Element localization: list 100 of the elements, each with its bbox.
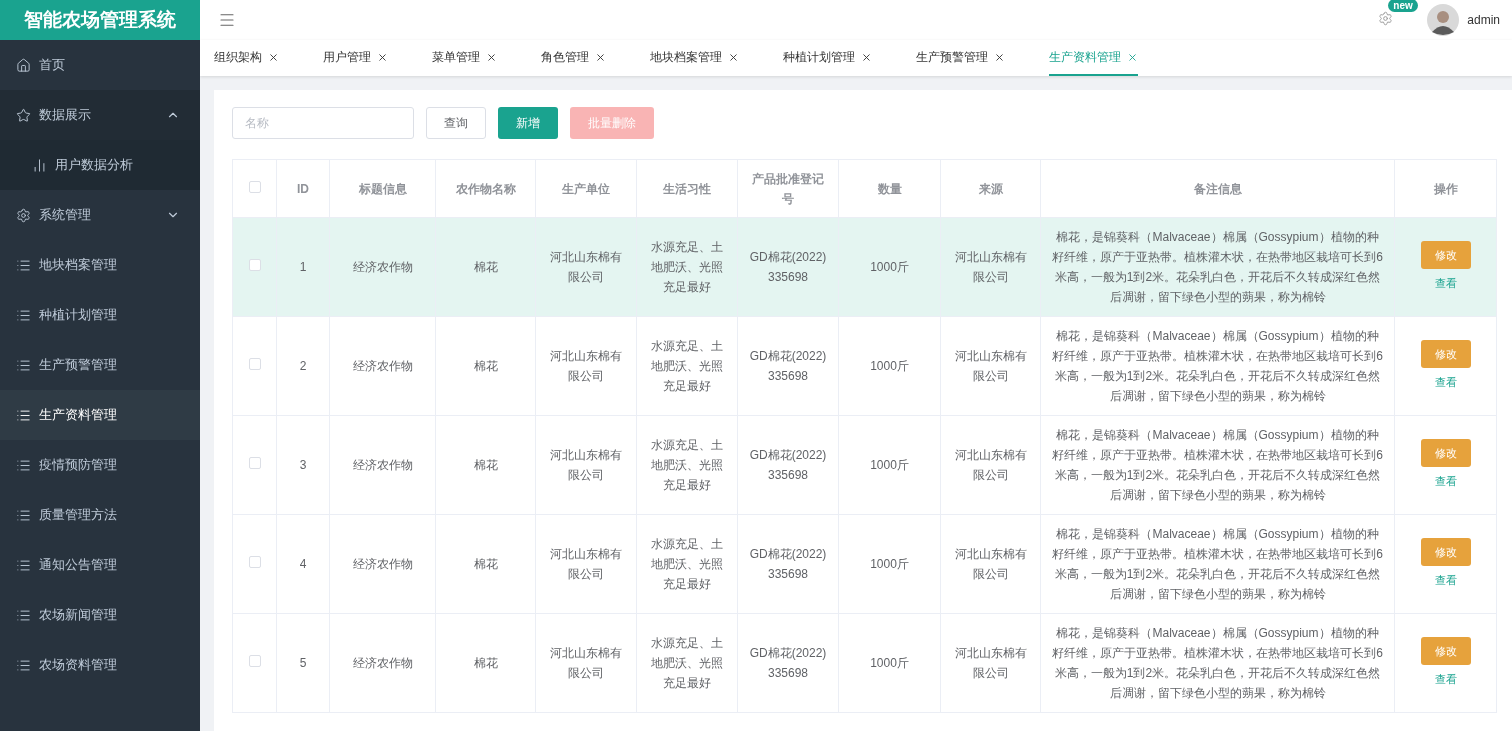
sidebar-item[interactable]: 疫情预防管理 bbox=[0, 440, 200, 490]
checkbox[interactable] bbox=[248, 457, 261, 469]
list-icon bbox=[16, 607, 31, 623]
tab[interactable]: 地块档案管理 bbox=[650, 40, 739, 76]
list-icon bbox=[16, 507, 31, 523]
table-cell: 水源充足、土地肥沃、光照充足最好 bbox=[636, 613, 738, 713]
toolbar-button[interactable]: 查询 bbox=[426, 107, 486, 139]
list-icon bbox=[16, 657, 31, 673]
column-header: 数量 bbox=[838, 159, 941, 218]
table-cell: 5 bbox=[276, 613, 330, 713]
close-icon[interactable] bbox=[268, 51, 279, 63]
table-cell: 河北山东棉有限公司 bbox=[535, 514, 637, 614]
table-cell: 河北山东棉有限公司 bbox=[940, 415, 1041, 515]
table-cell: 棉花，是锦葵科（Malvaceae）棉属（Gossypium）植物的种籽纤维，原产于亚热带。植株灌木状，在热带地区栽培可长到6米高，一般为1到2米。花朵乳白色，开花后不久转成深红色然后凋谢，留下绿色小型的蒴果，称为棉铃 bbox=[1040, 316, 1395, 416]
table-cell: 经济农作物 bbox=[329, 217, 436, 317]
table-cell: 棉花 bbox=[435, 514, 536, 614]
menu-icon[interactable] bbox=[218, 11, 236, 29]
table-cell: 水源充足、土地肥沃、光照充足最好 bbox=[636, 415, 738, 515]
table-cell: GD棉花(2022) 335698 bbox=[737, 514, 839, 614]
sidebar-item[interactable]: 农场资料管理 bbox=[0, 640, 200, 690]
list-icon bbox=[16, 457, 31, 473]
table-cell: 水源充足、土地肥沃、光照充足最好 bbox=[636, 217, 738, 317]
table-cell: 3 bbox=[276, 415, 330, 515]
column-header: 生活习性 bbox=[636, 159, 738, 218]
list-icon bbox=[16, 357, 31, 373]
table-cell: GD棉花(2022) 335698 bbox=[737, 613, 839, 713]
tab[interactable]: 生产预警管理 bbox=[916, 40, 1005, 76]
sidebar-item[interactable]: 系统管理 bbox=[0, 190, 200, 240]
home-icon bbox=[16, 57, 31, 73]
table-cell: GD棉花(2022) 335698 bbox=[737, 217, 839, 317]
avatar-icon[interactable] bbox=[1427, 4, 1460, 36]
table-cell: 1000斤 bbox=[838, 415, 941, 515]
sidebar-item[interactable]: 地块档案管理 bbox=[0, 240, 200, 290]
table-cell: 2 bbox=[276, 316, 330, 416]
list-icon bbox=[16, 307, 31, 323]
table-cell: 河北山东棉有限公司 bbox=[535, 415, 637, 515]
bar-chart-icon bbox=[32, 157, 47, 173]
table-cell: 河北山东棉有限公司 bbox=[940, 514, 1041, 614]
checkbox[interactable] bbox=[248, 655, 261, 667]
close-icon[interactable] bbox=[861, 51, 872, 63]
table-cell: 河北山东棉有限公司 bbox=[940, 217, 1041, 317]
checkbox[interactable] bbox=[248, 259, 261, 271]
column-header: 来源 bbox=[940, 159, 1041, 218]
new-badge: new bbox=[1388, 0, 1418, 12]
star-icon bbox=[16, 107, 31, 123]
sidebar-item[interactable]: 通知公告管理 bbox=[0, 540, 200, 590]
sidebar-item[interactable]: 质量管理方法 bbox=[0, 490, 200, 540]
sidebar-item[interactable]: 首页 bbox=[0, 40, 200, 90]
tab[interactable]: 角色管理 bbox=[541, 40, 606, 76]
table-cell: GD棉花(2022) 335698 bbox=[737, 415, 839, 515]
table-cell: 棉花 bbox=[435, 613, 536, 713]
tab[interactable]: 种植计划管理 bbox=[783, 40, 872, 76]
list-icon bbox=[16, 257, 31, 273]
table-cell: 1 bbox=[276, 217, 330, 317]
checkbox[interactable] bbox=[248, 556, 261, 568]
table-cell: 1000斤 bbox=[838, 613, 941, 713]
sidebar-item[interactable]: 生产资料管理 bbox=[0, 390, 200, 440]
list-icon bbox=[16, 407, 31, 423]
app-title: 智能农场管理系统 bbox=[0, 0, 200, 40]
table-cell: 河北山东棉有限公司 bbox=[940, 316, 1041, 416]
table-cell: 1000斤 bbox=[838, 514, 941, 614]
user-name[interactable]: admin bbox=[1467, 13, 1500, 27]
search-field[interactable]: 名称 bbox=[232, 107, 414, 139]
table-cell: 棉花，是锦葵科（Malvaceae）棉属（Gossypium）植物的种籽纤维，原产于亚热带。植株灌木状，在热带地区栽培可长到6米高，一般为1到2米。花朵乳白色，开花后不久转成深红色然后凋谢，留下绿色小型的蒴果，称为棉铃 bbox=[1040, 514, 1395, 614]
gear-icon bbox=[16, 207, 31, 223]
close-icon[interactable] bbox=[377, 51, 388, 63]
column-header: 生产单位 bbox=[535, 159, 637, 218]
sidebar-item[interactable]: 种植计划管理 bbox=[0, 290, 200, 340]
table-cell: 棉花，是锦葵科（Malvaceae）棉属（Gossypium）植物的种籽纤维，原产于亚热带。植株灌木状，在热带地区栽培可长到6米高，一般为1到2米。花朵乳白色，开花后不久转成深红色然后凋谢，留下绿色小型的蒴果，称为棉铃 bbox=[1040, 613, 1395, 713]
tab[interactable]: 菜单管理 bbox=[432, 40, 497, 76]
tab[interactable]: 用户管理 bbox=[323, 40, 388, 76]
table-cell: 棉花 bbox=[435, 217, 536, 317]
sidebar-item[interactable]: 农场新闻管理 bbox=[0, 590, 200, 640]
table-cell: 水源充足、土地肥沃、光照充足最好 bbox=[636, 316, 738, 416]
table-cell: 河北山东棉有限公司 bbox=[535, 217, 637, 317]
table-cell: 经济农作物 bbox=[329, 514, 436, 614]
column-header: 产品批准登记号 bbox=[737, 159, 839, 218]
sidebar-item[interactable]: 用户数据分析 bbox=[0, 140, 200, 190]
table-cell: 水源充足、土地肥沃、光照充足最好 bbox=[636, 514, 738, 614]
column-header: 操作 bbox=[1394, 159, 1497, 218]
settings-icon[interactable] bbox=[1378, 11, 1394, 26]
close-icon[interactable] bbox=[486, 51, 497, 63]
table-cell: 经济农作物 bbox=[329, 613, 436, 713]
table-cell: 棉花，是锦葵科（Malvaceae）棉属（Gossypium）植物的种籽纤维，原产于亚热带。植株灌木状，在热带地区栽培可长到6米高，一般为1到2米。花朵乳白色，开花后不久转成深红色然后凋谢，留下绿色小型的蒴果，称为棉铃 bbox=[1040, 415, 1395, 515]
table-cell: 河北山东棉有限公司 bbox=[940, 613, 1041, 713]
list-icon bbox=[16, 557, 31, 573]
tab[interactable]: 组织架构 bbox=[214, 40, 279, 76]
column-header: ID bbox=[276, 159, 330, 218]
table-cell: 1000斤 bbox=[838, 217, 941, 317]
checkbox[interactable] bbox=[248, 180, 261, 193]
table-cell: 棉花 bbox=[435, 415, 536, 515]
close-icon[interactable] bbox=[728, 51, 739, 63]
close-icon[interactable] bbox=[994, 51, 1005, 63]
checkbox[interactable] bbox=[248, 358, 261, 370]
close-icon[interactable] bbox=[595, 51, 606, 63]
column-header: 农作物名称 bbox=[435, 159, 536, 218]
sidebar-item[interactable]: 数据展示 bbox=[0, 90, 200, 140]
sidebar-item[interactable]: 生产预警管理 bbox=[0, 340, 200, 390]
table-cell: 4 bbox=[276, 514, 330, 614]
table-cell: 棉花 bbox=[435, 316, 536, 416]
